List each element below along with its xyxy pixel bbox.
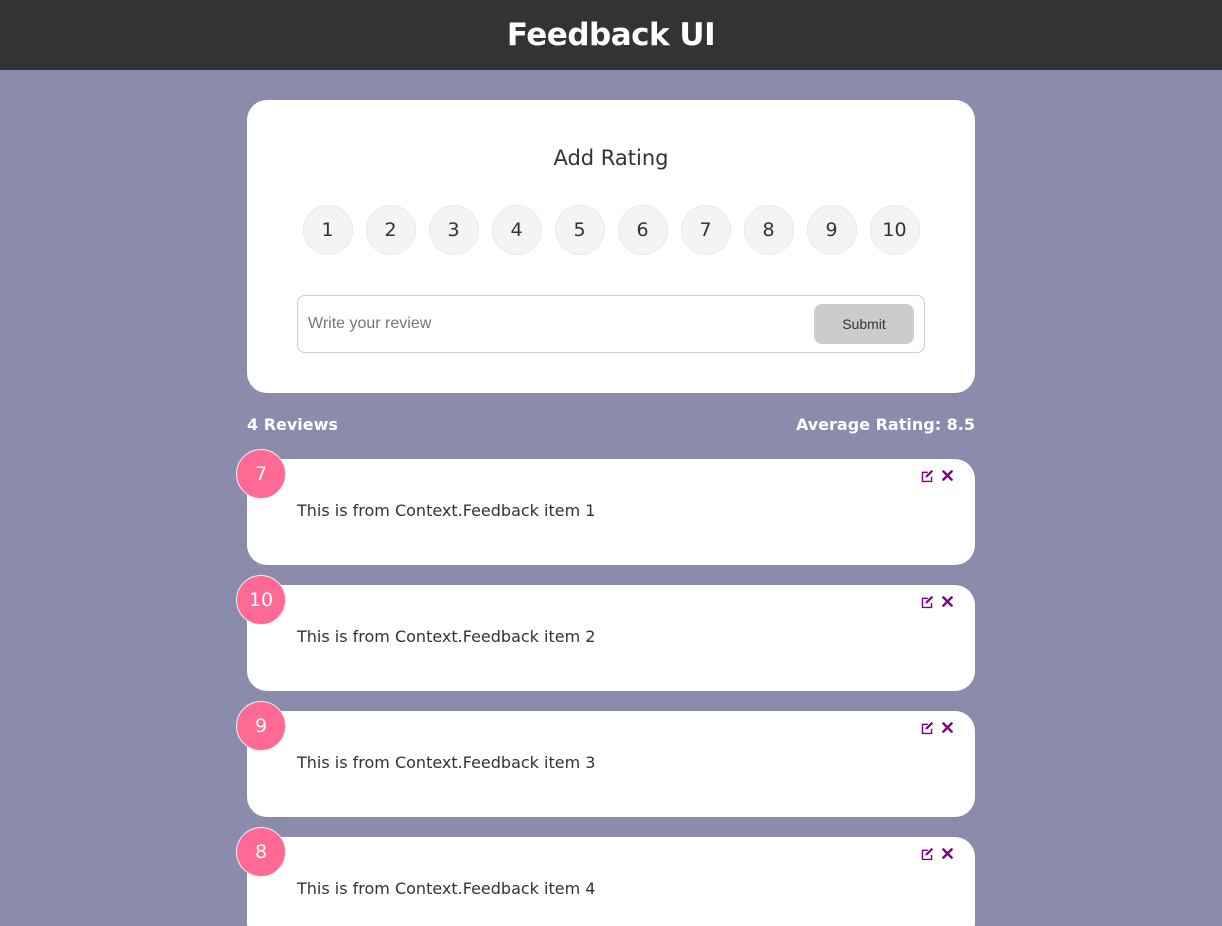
close-icon[interactable] — [940, 594, 955, 609]
app-header: Feedback UI — [0, 0, 1222, 70]
rating-option-10[interactable]: 10 — [869, 205, 920, 255]
average-rating: Average Rating: 8.5 — [795, 415, 975, 434]
rating-form-card: Add Rating 1 2 3 4 5 6 7 8 9 10 Submit — [247, 100, 975, 393]
close-icon[interactable] — [940, 720, 955, 735]
rating-badge: 7 — [236, 449, 286, 499]
rating-option-7[interactable]: 7 — [680, 205, 731, 255]
close-icon[interactable] — [940, 846, 955, 861]
submit-button[interactable]: Submit — [814, 304, 914, 344]
review-input[interactable] — [308, 315, 814, 333]
rating-option-2[interactable]: 2 — [365, 205, 416, 255]
feedback-item: 8 This is from Context.Feedback item 4 — [236, 827, 975, 926]
item-actions — [919, 468, 955, 483]
rating-option-8[interactable]: 8 — [743, 205, 794, 255]
edit-icon[interactable] — [919, 720, 934, 735]
rating-option-4[interactable]: 4 — [491, 205, 542, 255]
feedback-item: 10 This is from Context.Feedback item 2 — [236, 575, 975, 691]
rating-option-3[interactable]: 3 — [428, 205, 479, 255]
edit-icon[interactable] — [919, 594, 934, 609]
rating-option-1[interactable]: 1 — [302, 205, 353, 255]
feedback-list: 7 This is from Context.Feedback item 1 1… — [236, 449, 975, 926]
feedback-text: This is from Context.Feedback item 3 — [297, 753, 596, 772]
rating-option-6[interactable]: 6 — [617, 205, 668, 255]
edit-icon[interactable] — [919, 468, 934, 483]
feedback-item: 9 This is from Context.Feedback item 3 — [236, 701, 975, 817]
rating-selector: 1 2 3 4 5 6 7 8 9 10 — [247, 205, 975, 255]
rating-option-9[interactable]: 9 — [806, 205, 857, 255]
feedback-text: This is from Context.Feedback item 2 — [297, 627, 596, 646]
edit-icon[interactable] — [919, 846, 934, 861]
feedback-text: This is from Context.Feedback item 1 — [297, 501, 596, 520]
form-title: Add Rating — [553, 146, 669, 170]
main-container: Add Rating 1 2 3 4 5 6 7 8 9 10 Submit 4… — [236, 100, 975, 926]
feedback-text: This is from Context.Feedback item 4 — [297, 879, 596, 898]
item-actions — [919, 720, 955, 735]
review-count: 4 Reviews — [247, 415, 338, 434]
rating-badge: 10 — [236, 575, 286, 625]
feedback-stats: 4 Reviews Average Rating: 8.5 — [247, 415, 975, 437]
item-actions — [919, 846, 955, 861]
item-actions — [919, 594, 955, 609]
rating-option-5[interactable]: 5 — [554, 205, 605, 255]
feedback-item: 7 This is from Context.Feedback item 1 — [236, 449, 975, 565]
review-input-group: Submit — [297, 295, 925, 353]
close-icon[interactable] — [940, 468, 955, 483]
rating-badge: 8 — [236, 827, 286, 877]
rating-badge: 9 — [236, 701, 286, 751]
app-title: Feedback UI — [506, 17, 716, 53]
